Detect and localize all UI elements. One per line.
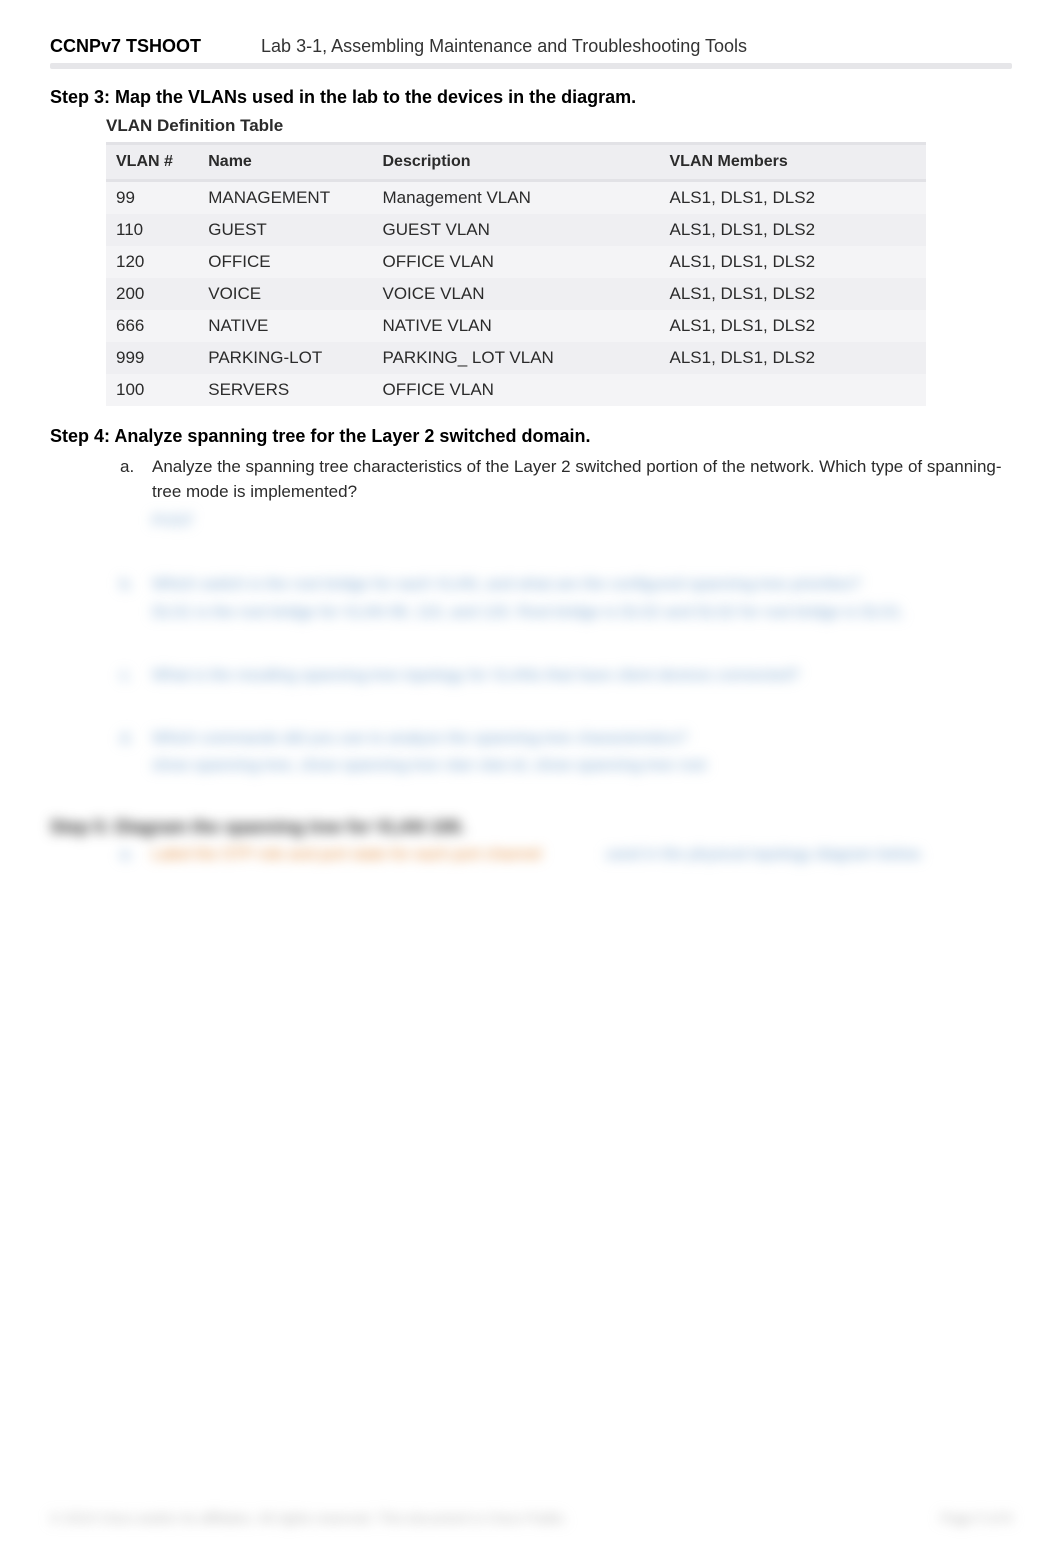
cell-name: GUEST xyxy=(198,214,372,246)
cell-mem: ALS1, DLS1, DLS2 xyxy=(660,278,927,310)
table-row: 110 GUEST GUEST VLAN ALS1, DLS1, DLS2 xyxy=(106,214,926,246)
cell-vlan-id: 200 xyxy=(106,278,198,310)
table-row: 100 SERVERS OFFICE VLAN xyxy=(106,374,926,406)
header-lab: Lab 3-1, Assembling Maintenance and Trou… xyxy=(261,36,747,57)
cell-mem: ALS1, DLS1, DLS2 xyxy=(660,246,927,278)
question-list: a. Analyze the spanning tree characteris… xyxy=(120,455,1012,777)
col-description: Description xyxy=(373,144,660,181)
cell-vlan-id: 120 xyxy=(106,246,198,278)
highlighted-text-blurred: Label the STP role and port state for ea… xyxy=(152,846,541,863)
question-marker: a. xyxy=(120,455,138,533)
cell-vlan-id: 999 xyxy=(106,342,198,374)
cell-vlan-id: 110 xyxy=(106,214,198,246)
question-body: Which switch is the root bridge for each… xyxy=(152,573,1012,623)
cell-mem: ALS1, DLS1, DLS2 xyxy=(660,310,927,342)
question-text-blurred: Which commands did you use to analyze th… xyxy=(152,727,1012,750)
table-row: 999 PARKING-LOT PARKING_ LOT VLAN ALS1, … xyxy=(106,342,926,374)
question-marker: c. xyxy=(120,664,138,687)
table-row: 99 MANAGEMENT Management VLAN ALS1, DLS1… xyxy=(106,181,926,215)
footer-copyright: © 2015 Cisco and/or its affiliates. All … xyxy=(50,1510,568,1526)
page: CCNPv7 TSHOOT Lab 3-1, Assembling Mainte… xyxy=(0,0,1062,1556)
cell-desc: VOICE VLAN xyxy=(373,278,660,310)
header-row: CCNPv7 TSHOOT Lab 3-1, Assembling Mainte… xyxy=(50,36,1012,57)
step4-title: Step 4: Analyze spanning tree for the La… xyxy=(50,426,1012,447)
col-vlan-id: VLAN # xyxy=(106,144,198,181)
header-divider xyxy=(50,63,1012,69)
cell-vlan-id: 99 xyxy=(106,181,198,215)
question-text-blurred: What is the resulting spanning-tree topo… xyxy=(152,664,1012,687)
cell-mem: ALS1, DLS1, DLS2 xyxy=(660,214,927,246)
step5-question-a: a. Label the STP role and port state for… xyxy=(120,846,1012,864)
table-row: 200 VOICE VOICE VLAN ALS1, DLS1, DLS2 xyxy=(106,278,926,310)
answer-blurred: show spanning-tree, show spanning-tree v… xyxy=(152,754,1012,777)
cell-name: SERVERS xyxy=(198,374,372,406)
question-text: Analyze the spanning tree characteristic… xyxy=(152,457,1002,501)
col-name: Name xyxy=(198,144,372,181)
cell-vlan-id: 100 xyxy=(106,374,198,406)
question-body: Which commands did you use to analyze th… xyxy=(152,727,1012,777)
cell-desc: GUEST VLAN xyxy=(373,214,660,246)
question-a: a. Analyze the spanning tree characteris… xyxy=(120,455,1012,533)
cell-name: NATIVE xyxy=(198,310,372,342)
cell-desc: OFFICE VLAN xyxy=(373,374,660,406)
header-course: CCNPv7 TSHOOT xyxy=(50,36,201,57)
question-body: What is the resulting spanning-tree topo… xyxy=(152,664,1012,687)
cell-desc: Management VLAN xyxy=(373,181,660,215)
cell-vlan-id: 666 xyxy=(106,310,198,342)
answer-blurred: PVST xyxy=(152,510,1012,533)
continuation-text-blurred: used in the physical topology diagram be… xyxy=(606,846,924,863)
cell-name: MANAGEMENT xyxy=(198,181,372,215)
cell-desc: NATIVE VLAN xyxy=(373,310,660,342)
vlan-definition-table: VLAN # Name Description VLAN Members 99 … xyxy=(106,142,926,406)
footer: © 2015 Cisco and/or its affiliates. All … xyxy=(50,1510,1012,1526)
table-row: 120 OFFICE OFFICE VLAN ALS1, DLS1, DLS2 xyxy=(106,246,926,278)
question-b: b. Which switch is the root bridge for e… xyxy=(120,573,1012,623)
cell-name: PARKING-LOT xyxy=(198,342,372,374)
step3-title: Step 3: Map the VLANs used in the lab to… xyxy=(50,87,1012,108)
question-marker: a. xyxy=(120,846,138,864)
question-text-blurred: Which switch is the root bridge for each… xyxy=(152,573,1012,596)
question-marker: b. xyxy=(120,573,138,623)
cell-desc: PARKING_ LOT VLAN xyxy=(373,342,660,374)
cell-name: VOICE xyxy=(198,278,372,310)
answer-blurred: DLS1 is the root bridge for VLAN 99, 110… xyxy=(152,601,1012,624)
footer-page-number: Page 5 of 8 xyxy=(940,1510,1012,1526)
cell-mem: ALS1, DLS1, DLS2 xyxy=(660,342,927,374)
vlan-table-title: VLAN Definition Table xyxy=(106,116,1012,136)
table-row: 666 NATIVE NATIVE VLAN ALS1, DLS1, DLS2 xyxy=(106,310,926,342)
cell-desc: OFFICE VLAN xyxy=(373,246,660,278)
question-c: c. What is the resulting spanning-tree t… xyxy=(120,664,1012,687)
col-members: VLAN Members xyxy=(660,144,927,181)
cell-mem: ALS1, DLS1, DLS2 xyxy=(660,181,927,215)
step5-title-blurred: Step 5: Diagram the spanning tree for VL… xyxy=(50,817,1012,838)
question-body: Label the STP role and port state for ea… xyxy=(152,846,923,864)
cell-mem xyxy=(660,374,927,406)
question-d: d. Which commands did you use to analyze… xyxy=(120,727,1012,777)
question-marker: d. xyxy=(120,727,138,777)
question-body: Analyze the spanning tree characteristic… xyxy=(152,455,1012,533)
cell-name: OFFICE xyxy=(198,246,372,278)
table-header-row: VLAN # Name Description VLAN Members xyxy=(106,144,926,181)
